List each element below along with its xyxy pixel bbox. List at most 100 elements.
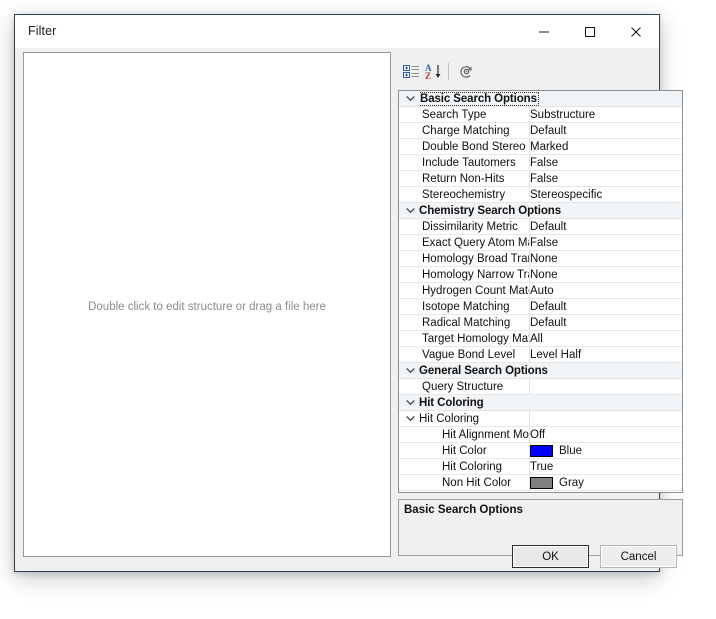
chevron-down-icon <box>405 96 415 102</box>
property-value-text: None <box>530 252 558 265</box>
property-row[interactable]: Include Tautomers False <box>399 155 682 171</box>
maximize-button[interactable] <box>567 15 613 48</box>
property-name: Chemistry Search Options <box>419 204 562 217</box>
property-value[interactable]: Stereospecific <box>530 187 682 202</box>
property-row[interactable]: Radical Matching Default <box>399 315 682 331</box>
property-name: Homology Broad Transform <box>422 252 529 265</box>
property-value-text: Default <box>530 124 567 137</box>
categorized-button[interactable] <box>400 61 422 82</box>
property-name: Vague Bond Level <box>422 348 516 361</box>
minimize-button[interactable] <box>521 15 567 48</box>
alphabetical-sort-icon: A Z <box>425 64 441 80</box>
property-grid[interactable]: Basic Search Options Search Type Substruct… <box>398 90 683 493</box>
property-value[interactable]: Default <box>530 299 682 314</box>
property-row[interactable]: Charge Matching Default <box>399 123 682 139</box>
property-category-row[interactable]: Hit Coloring <box>399 395 682 411</box>
property-value[interactable] <box>530 379 682 394</box>
property-row[interactable]: Double Bond Stereo Care Box MatchingMark… <box>399 139 682 155</box>
categorized-icon <box>402 65 419 78</box>
property-name: Search Type <box>422 108 487 121</box>
expander-toggle[interactable] <box>403 203 417 218</box>
property-row[interactable]: Exact Query Atom MatchingFalse <box>399 235 682 251</box>
property-value[interactable]: All <box>530 331 682 346</box>
property-value[interactable]: Default <box>530 315 682 330</box>
property-name: Query Structure <box>422 380 504 393</box>
expander-toggle[interactable] <box>403 395 417 410</box>
chevron-down-icon <box>405 208 415 214</box>
property-row[interactable]: Vague Bond Level Level Half <box>399 347 682 363</box>
property-value-text: Substructure <box>530 108 596 121</box>
screenshot-root: Filter Double click to edit structure or… <box>0 0 716 619</box>
property-name: Radical Matching <box>422 316 511 329</box>
chevron-down-icon <box>405 416 415 422</box>
property-value[interactable]: Gray <box>530 475 682 490</box>
property-name: Target Homology Matching <box>422 332 529 345</box>
property-grid-toolbar: A Z <box>398 59 653 84</box>
ok-button[interactable]: OK <box>512 545 589 568</box>
property-value[interactable]: Off <box>530 427 682 442</box>
property-value[interactable]: Default <box>530 123 682 138</box>
property-row[interactable]: Non Hit Color Gray <box>399 475 682 491</box>
property-row[interactable]: Search Type Substructure <box>399 107 682 123</box>
close-icon <box>631 26 641 37</box>
alphabetical-button[interactable]: A Z <box>424 61 446 82</box>
property-row[interactable]: Hit Color Blue <box>399 443 682 459</box>
expander-toggle[interactable] <box>403 363 417 378</box>
property-name: Non Hit Color <box>442 476 512 489</box>
property-value[interactable]: Default <box>530 219 682 234</box>
property-value-text: True <box>530 460 554 473</box>
close-button[interactable] <box>613 15 659 48</box>
property-value-text: Off <box>530 428 546 441</box>
property-value[interactable]: True <box>530 459 682 474</box>
cancel-button[interactable]: Cancel <box>600 545 677 568</box>
property-value-text: Stereospecific <box>530 188 603 201</box>
expander-toggle[interactable] <box>403 411 417 426</box>
description-title: Basic Search Options <box>404 504 523 516</box>
property-name: Hydrogen Count Matching <box>422 284 529 297</box>
property-value[interactable]: None <box>530 267 682 282</box>
property-value[interactable]: None <box>530 251 682 266</box>
structure-editor-panel[interactable]: Double click to edit structure or drag a… <box>23 52 391 557</box>
property-value[interactable]: False <box>530 235 682 250</box>
window-title: Filter <box>28 24 57 38</box>
property-row[interactable]: Isotope Matching Default <box>399 299 682 315</box>
dialog-button-row: OK Cancel <box>15 545 677 575</box>
color-swatch <box>530 444 553 457</box>
property-row[interactable]: Homology Narrow TransformNone <box>399 267 682 283</box>
property-row[interactable]: Hit Coloring True <box>399 459 682 475</box>
property-value[interactable]: Level Half <box>530 347 682 362</box>
property-name: Isotope Matching <box>422 300 510 313</box>
property-category-row[interactable]: General Search Options <box>399 363 682 379</box>
property-name: Return Non-Hits <box>422 172 505 185</box>
property-value[interactable]: Blue <box>530 443 682 458</box>
property-row[interactable]: Stereochemistry Stereospecific <box>399 187 682 203</box>
expander-toggle[interactable] <box>403 91 417 106</box>
property-value-text: Default <box>530 316 567 329</box>
property-row[interactable]: Query Structure <box>399 379 682 395</box>
property-name: Double Bond Stereo Care Box Matching <box>422 140 529 153</box>
property-grid-column: A Z Basic Search Options Search Type Sub… <box>398 52 683 557</box>
property-row[interactable]: Return Non-Hits False <box>399 171 682 187</box>
property-value[interactable]: Auto <box>530 283 682 298</box>
property-value-text: Default <box>530 300 567 313</box>
color-swatch <box>530 476 553 489</box>
property-category-row[interactable]: Chemistry Search Options <box>399 203 682 219</box>
property-category-row[interactable]: Basic Search Options <box>399 91 682 107</box>
property-value[interactable]: False <box>530 171 682 186</box>
property-pages-button[interactable] <box>455 61 477 82</box>
property-row[interactable]: Hit Alignment ModeOff <box>399 427 682 443</box>
property-row[interactable]: Hydrogen Count MatchingAuto <box>399 283 682 299</box>
property-row[interactable]: Homology Broad TransformNone <box>399 251 682 267</box>
property-value[interactable]: Substructure <box>530 107 682 122</box>
property-value[interactable]: False <box>530 155 682 170</box>
property-value-text: Level Half <box>530 348 582 361</box>
title-bar: Filter <box>15 15 659 48</box>
property-row[interactable]: Target Homology MatchingAll <box>399 331 682 347</box>
property-value[interactable]: Marked <box>530 139 682 154</box>
property-value-text: False <box>530 236 559 249</box>
filter-dialog: Filter Double click to edit structure or… <box>14 14 683 575</box>
property-row[interactable]: Dissimilarity Metric Default <box>399 219 682 235</box>
property-value[interactable] <box>530 411 682 426</box>
structure-editor-hint: Double click to edit structure or drag a… <box>88 301 326 313</box>
property-subgroup-row[interactable]: Hit Coloring <box>399 411 682 427</box>
